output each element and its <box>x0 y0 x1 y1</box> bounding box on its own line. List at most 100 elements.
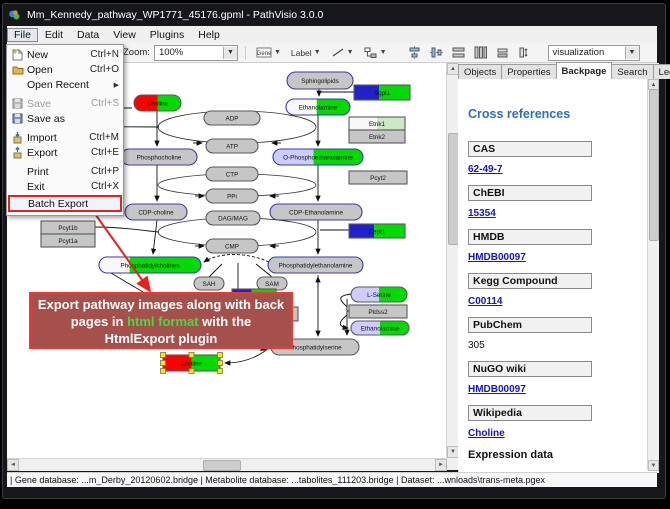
menu-item-label: Open <box>27 64 53 76</box>
line-tool-icon <box>331 47 345 58</box>
xref-section-header-hmdb: HMDB <box>468 229 592 245</box>
line-tool-button[interactable]: ▼ <box>328 46 357 59</box>
pathway-node-ppi[interactable]: PPi <box>206 189 258 203</box>
xref-value-kegg-compound[interactable]: C00114 <box>468 296 502 307</box>
add-gene-button[interactable]: Gene ▼ <box>253 46 284 59</box>
pathway-node-o-phosphoethanolamine[interactable]: O-Phosphoethanolamine <box>273 149 363 165</box>
xref-value-chebi[interactable]: 15354 <box>468 208 496 219</box>
visualization-caret-icon[interactable]: ▼ <box>625 47 639 59</box>
tab-backpage[interactable]: Backpage <box>556 62 613 79</box>
pathway-node-etnk1[interactable]: Etnk1 <box>349 117 405 130</box>
pathway-edge[interactable] <box>95 227 159 232</box>
pathway-node-sah[interactable]: SAH <box>194 277 224 290</box>
file-menu-item-save[interactable]: SaveCtrl+S <box>7 96 123 111</box>
pathway-edge[interactable] <box>209 264 222 277</box>
menubar-item-edit[interactable]: Edit <box>38 28 70 42</box>
pathway-node-ethanolamine-top[interactable]: Ethanolamine <box>286 99 350 115</box>
zoom-combobox[interactable]: 100% ▼ <box>154 45 238 61</box>
file-menu-item-open[interactable]: OpenCtrl+O <box>7 62 123 77</box>
menubar-item-plugins[interactable]: Plugins <box>143 28 191 42</box>
pathway-node-ctp[interactable]: CTP <box>206 167 258 181</box>
canvas-horizontal-scrollbar[interactable]: ◄ ► <box>7 458 446 471</box>
common-width-button[interactable] <box>494 45 512 60</box>
file-menu-item-import[interactable]: ImportCtrl+M <box>7 130 123 145</box>
pathway-node-label: Sgpl1 <box>374 90 391 97</box>
pathway-node-atp[interactable]: ATP <box>206 139 258 153</box>
selection-handle[interactable] <box>218 353 223 358</box>
pathway-node-pcyt1a[interactable]: Pcyt1a <box>41 234 95 247</box>
selection-handle[interactable] <box>161 369 166 374</box>
pathway-edge[interactable] <box>204 255 269 263</box>
pathway-node-etnk2[interactable]: Etnk2 <box>349 130 405 143</box>
tab-legend[interactable]: Legend <box>653 64 670 79</box>
file-menu-item-open-recent[interactable]: Open Recent ▶ <box>7 77 123 92</box>
selection-handle[interactable] <box>189 369 194 374</box>
selection-handle[interactable] <box>161 361 166 366</box>
pathway-node-choline-selected[interactable]: Choline <box>161 353 223 374</box>
pathway-node-cept1[interactable]: Cept1 <box>349 224 405 238</box>
file-menu-item-new[interactable]: NewCtrl+N <box>7 47 123 62</box>
tab-objects[interactable]: Objects <box>458 64 502 79</box>
menu-item-label: Print <box>27 166 49 178</box>
xref-value-wikipedia[interactable]: Choline <box>468 428 505 439</box>
pathway-edge[interactable] <box>153 220 157 254</box>
xref-value-hmdb[interactable]: HMDB00097 <box>468 252 526 263</box>
menubar-item-file[interactable]: File <box>7 28 38 42</box>
align-center-y-icon <box>430 46 443 59</box>
pathway-node-cmp[interactable]: CMP <box>206 239 258 253</box>
submenu-arrow-icon: ▶ <box>114 81 119 89</box>
selection-handle[interactable] <box>161 353 166 358</box>
pathway-node-sphingolipids[interactable]: Sphingolipids <box>287 72 353 89</box>
pathway-node-adp[interactable]: ADP <box>204 111 260 125</box>
pathway-node-phosphocholine[interactable]: Phosphocholine <box>121 149 197 165</box>
menubar-item-help[interactable]: Help <box>191 28 227 42</box>
zoom-caret-icon[interactable]: ▼ <box>223 47 237 59</box>
horizontal-scroll-thumb[interactable] <box>203 460 241 471</box>
pathway-edge[interactable] <box>111 273 143 292</box>
file-menu-item-exit[interactable]: ExitCtrl+X <box>7 179 123 194</box>
tab-search[interactable]: Search <box>611 64 653 79</box>
xref-value-cas[interactable]: 62-49-7 <box>468 164 502 175</box>
pathway-node-phosphatidylcholines[interactable]: Phosphatidylcholines <box>99 257 201 273</box>
menu-item-label: Open Recent <box>27 79 89 91</box>
xref-value-nugo-wiki[interactable]: HMDB00097 <box>468 384 526 395</box>
file-menu-item-export[interactable]: ExportCtrl+E <box>7 145 123 160</box>
distribute-horizontal-button[interactable] <box>450 45 468 60</box>
pathway-node-sam[interactable]: SAM <box>257 277 287 290</box>
selection-handle[interactable] <box>189 353 194 358</box>
pathway-node-ptdss2[interactable]: Ptdss2 <box>349 305 407 318</box>
pathway-node-pcyt2[interactable]: Pcyt2 <box>349 171 407 184</box>
common-height-button[interactable] <box>516 45 534 60</box>
pathway-node-choline-top[interactable]: Choline <box>134 95 181 111</box>
scroll-right-button[interactable]: ► <box>435 459 447 471</box>
menubar-item-view[interactable]: View <box>106 28 143 42</box>
pathway-node-l-serine[interactable]: L-Serine <box>351 287 407 302</box>
pathway-node-label: ADP <box>226 115 239 122</box>
scroll-left-button[interactable]: ◄ <box>7 459 19 471</box>
panel-scroll-down-button[interactable]: ▼ <box>648 460 659 471</box>
pathway-node-cdp-ethanolamine[interactable]: CDP-Ethanolamine <box>270 204 362 220</box>
add-label-button[interactable]: Label ▼ <box>288 47 324 59</box>
align-center-x-button[interactable] <box>406 45 424 60</box>
selection-handle[interactable] <box>218 369 223 374</box>
tab-properties[interactable]: Properties <box>501 64 556 79</box>
pathway-node-pcyt1b[interactable]: Pcyt1b <box>41 221 95 234</box>
selection-handle[interactable] <box>218 361 223 366</box>
pathway-node-cdp-choline[interactable]: CDP-choline <box>125 204 187 220</box>
pathway-node-dag-mag[interactable]: DAG/MAG <box>206 211 260 225</box>
panel-scroll-thumb[interactable] <box>649 89 659 241</box>
pathway-node-sgpl1[interactable]: Sgpl1 <box>354 85 410 100</box>
file-menu-item-batch-export[interactable]: Batch Export <box>8 195 122 212</box>
status-text: | Gene database: ...m_Derby_20120602.bri… <box>10 475 545 485</box>
connector-tool-button[interactable]: ▼ <box>361 46 390 60</box>
visualization-combobox[interactable]: visualization ▼ <box>548 45 640 61</box>
menubar-item-data[interactable]: Data <box>70 28 106 42</box>
pathway-node-ethanolamine-bottom[interactable]: Ethanolamine <box>351 321 409 335</box>
distribute-vertical-button[interactable] <box>472 45 490 60</box>
file-menu-item-print[interactable]: PrintCtrl+P <box>7 164 123 179</box>
pathway-node-phosphatidylethanolamine[interactable]: Phosphatidylethanolamine <box>268 257 363 273</box>
title-bar[interactable]: Mm_Kennedy_pathway_WP1771_45176.gpml - P… <box>8 6 656 24</box>
panel-vertical-scrollbar[interactable]: ▲ ▼ <box>647 79 659 470</box>
align-center-y-button[interactable] <box>428 45 446 60</box>
file-menu-item-save-as[interactable]: Save as <box>7 111 123 126</box>
